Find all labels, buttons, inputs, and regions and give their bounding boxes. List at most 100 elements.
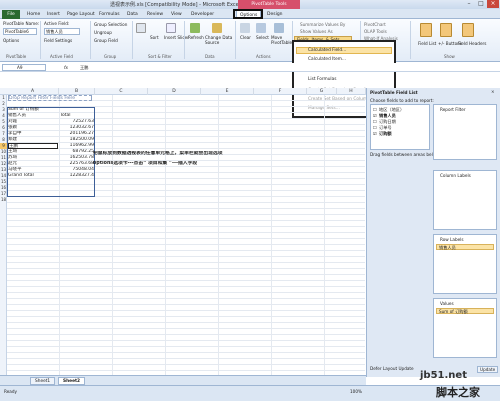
report-filter-area[interactable]: Report Filter bbox=[433, 104, 497, 160]
group-label-data: Data bbox=[205, 54, 215, 59]
grand-total-value[interactable]: 1228327.4 bbox=[60, 173, 94, 179]
field-headers-icon[interactable] bbox=[462, 23, 474, 37]
change-source-icon[interactable] bbox=[212, 23, 222, 33]
ribbon-separator bbox=[40, 21, 41, 59]
grand-total-label[interactable]: Grand Total bbox=[8, 173, 58, 179]
column-labels-label: Column Labels bbox=[440, 173, 471, 178]
report-filter-drop-zone[interactable]: Drop Report Filter Fields Here bbox=[8, 95, 92, 101]
insert-slicer-button[interactable]: Insert Slicer bbox=[164, 35, 189, 40]
move-icon[interactable] bbox=[274, 23, 284, 33]
group-label-show: Show bbox=[444, 54, 455, 59]
tab-formulas[interactable]: Formulas bbox=[96, 10, 123, 19]
change-data-source-button[interactable]: Change Data Source bbox=[205, 35, 233, 45]
checkbox-icon[interactable]: ☑ bbox=[373, 131, 377, 136]
maximize-button[interactable]: □ bbox=[475, 0, 487, 8]
pivottable-name-input[interactable]: PivotTable6 bbox=[3, 28, 37, 35]
tab-view[interactable]: View bbox=[168, 10, 185, 19]
field-headers-toggle[interactable]: Field Headers bbox=[458, 41, 486, 46]
field-list-title: PivotTable Field List bbox=[370, 90, 418, 95]
column-header-d[interactable]: D bbox=[148, 88, 201, 95]
formula-value[interactable]: 王鹏 bbox=[80, 65, 88, 71]
buttons-toggle-icon[interactable] bbox=[440, 23, 452, 37]
ungroup-button[interactable]: Ungroup bbox=[94, 30, 112, 35]
show-values-as-button[interactable]: Show Values As bbox=[300, 29, 333, 34]
minimize-button[interactable]: – bbox=[463, 0, 475, 8]
row-labels-area[interactable]: Row Labels 销售人员 bbox=[433, 234, 497, 294]
fx-icon[interactable]: fx bbox=[64, 65, 68, 70]
column-labels-area[interactable]: Column Labels bbox=[433, 170, 497, 230]
tab-design[interactable]: Design bbox=[264, 10, 286, 19]
column-header-f[interactable]: F bbox=[254, 88, 307, 95]
tab-developer[interactable]: Developer bbox=[188, 10, 217, 19]
refresh-button[interactable]: Refresh bbox=[188, 35, 204, 40]
column-header-e[interactable]: E bbox=[201, 88, 254, 95]
summarize-values-button[interactable]: Summarize Values By bbox=[300, 22, 345, 27]
pivottable-field-list: PivotTable Field List × Choose fields to… bbox=[366, 88, 500, 377]
select-button[interactable]: Select bbox=[256, 35, 269, 40]
select-icon[interactable] bbox=[256, 23, 266, 33]
checkbox-icon[interactable]: ☑ bbox=[373, 113, 377, 118]
field-checklist: ☐ 地区（地区） ☑ 销售人员 ☐ 订购日期 ☐ 订单号 ☑ 订购额 bbox=[370, 104, 430, 150]
column-header-h[interactable]: H bbox=[337, 88, 366, 95]
instruction-text-1: 把鼠标放到数据透视表的任意单元格上，菜单栏就会出现选项 bbox=[93, 151, 223, 156]
checkbox-icon[interactable]: ☐ bbox=[373, 119, 377, 124]
field-label: 订购额 bbox=[379, 131, 392, 136]
column-header-g[interactable]: G bbox=[307, 88, 337, 95]
row-field-item[interactable]: 销售人员 bbox=[436, 244, 494, 250]
ribbon-separator bbox=[184, 21, 185, 59]
tab-file[interactable]: File bbox=[2, 10, 20, 19]
close-button[interactable]: × bbox=[487, 0, 499, 8]
worksheet-grid[interactable]: Drop Report Filter Fields Here Sum of 订购… bbox=[7, 95, 365, 375]
calculated-field-item[interactable]: Calculated Field... bbox=[308, 48, 346, 53]
values-field-item[interactable]: Sum of 订购额 bbox=[436, 308, 494, 314]
choose-fields-label: Choose fields to add to report: bbox=[370, 98, 434, 103]
field-list-icon[interactable] bbox=[420, 23, 432, 37]
tab-home[interactable]: Home bbox=[24, 10, 43, 19]
list-formulas-item[interactable]: List Formulas bbox=[308, 77, 337, 82]
pivot-row-value[interactable]: 75048.04 bbox=[60, 167, 94, 173]
name-box[interactable]: A9 bbox=[2, 64, 46, 71]
sheet-tab-1[interactable]: Sheet1 bbox=[30, 377, 56, 385]
slicer-icon[interactable] bbox=[166, 23, 176, 33]
pivottable-tools-label: PivotTable Tools bbox=[238, 0, 300, 9]
clear-button[interactable]: Clear bbox=[240, 35, 251, 40]
checkbox-icon[interactable]: ☐ bbox=[373, 107, 377, 112]
tab-data[interactable]: Data bbox=[124, 10, 141, 19]
ribbon-separator bbox=[90, 21, 91, 59]
tab-insert[interactable]: Insert bbox=[44, 10, 63, 19]
tab-page-layout[interactable]: Page Layout bbox=[64, 10, 98, 19]
group-label-active-field: Active Field bbox=[50, 54, 73, 59]
group-label-sort-filter: Sort & Filter bbox=[148, 54, 172, 59]
group-field-button[interactable]: Group Field bbox=[94, 38, 118, 43]
zoom-level[interactable]: 100% bbox=[350, 389, 362, 394]
field-list-close-icon[interactable]: × bbox=[491, 89, 495, 94]
clear-icon[interactable] bbox=[240, 23, 250, 33]
sheet-tab-2[interactable]: Sheet2 bbox=[58, 377, 86, 385]
field-list-button[interactable]: Field List bbox=[418, 41, 436, 46]
defer-update-checkbox[interactable]: Defer Layout Update bbox=[370, 366, 414, 371]
watermark-url: jb51.net bbox=[420, 370, 467, 381]
olap-tools-button[interactable]: OLAP Tools bbox=[364, 29, 387, 34]
update-button[interactable]: Update bbox=[477, 366, 499, 373]
move-pivottable-button[interactable]: Move PivotTable bbox=[271, 35, 292, 45]
calculated-item-item[interactable]: Calculated Item... bbox=[308, 57, 346, 62]
tab-review[interactable]: Review bbox=[144, 10, 166, 19]
drag-fields-label: Drag fields between areas below: bbox=[370, 152, 440, 157]
sort-az-icon[interactable] bbox=[136, 23, 146, 33]
values-area[interactable]: Values Sum of 订购额 bbox=[433, 298, 497, 358]
active-field-input[interactable]: 销售人员 bbox=[44, 28, 80, 35]
active-field-label: Active Field: bbox=[44, 21, 70, 26]
options-dropdown[interactable]: Options bbox=[3, 38, 19, 43]
column-header-b[interactable]: B bbox=[59, 88, 95, 95]
field-settings-button[interactable]: Field Settings bbox=[44, 38, 72, 43]
column-header-a[interactable]: A bbox=[7, 88, 59, 95]
column-header-c[interactable]: C bbox=[95, 88, 148, 95]
refresh-icon[interactable] bbox=[190, 23, 200, 33]
row-headers: 123 456 78 9 10 11 12 13 14 15 16 17 18 bbox=[0, 95, 7, 375]
pivotchart-button[interactable]: PivotChart bbox=[364, 22, 386, 27]
pivottable-name-label: PivotTable Name: bbox=[3, 21, 40, 26]
sort-button[interactable]: Sort bbox=[150, 35, 159, 40]
checkbox-icon[interactable]: ☐ bbox=[373, 125, 377, 130]
group-selection-button[interactable]: Group Selection bbox=[94, 22, 127, 27]
pivot-row-label[interactable]: 马晓平 bbox=[8, 167, 58, 173]
